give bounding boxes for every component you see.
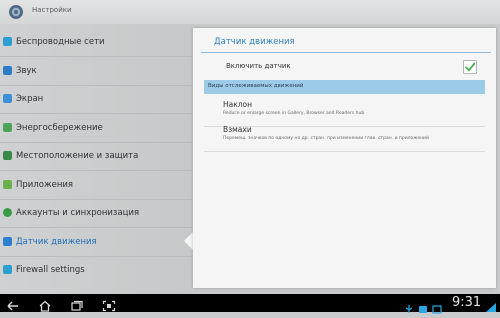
- sidebar-item-label: Аккаунты и синхронизация: [16, 208, 140, 218]
- section-header: Виды отслеживаемых движений: [204, 80, 485, 94]
- enable-sensor-row[interactable]: Включить датчик: [201, 57, 491, 77]
- firewall-icon: [3, 265, 12, 274]
- sync-icon: [3, 208, 12, 217]
- enable-sensor-checkbox[interactable]: [463, 60, 477, 74]
- usb-icon: [404, 299, 414, 318]
- motion-sensor-icon: [3, 237, 12, 246]
- sidebar-item-applications[interactable]: Приложения: [0, 171, 192, 200]
- gesture-description: Перемещ. значков по одному на др. стран.…: [223, 136, 429, 141]
- sidebar-item-motion-sensor[interactable]: Датчик движения: [0, 228, 192, 257]
- screenshot-icon[interactable]: [102, 297, 116, 312]
- sidebar-item-wireless[interactable]: Беспроводные сети: [0, 28, 192, 57]
- checkmark-icon: [465, 62, 476, 72]
- recent-apps-icon[interactable]: [70, 297, 84, 311]
- sidebar-item-label: Датчик движения: [16, 237, 97, 247]
- wireless-icon: [3, 37, 12, 46]
- gesture-title: Наклон: [223, 100, 253, 109]
- sidebar-item-firewall[interactable]: Firewall settings: [0, 256, 192, 284]
- motion-settings-panel: Датчик движения Включить датчик Виды отс…: [193, 28, 496, 288]
- apps-icon: [3, 180, 12, 189]
- gesture-description: Reduce or enlarge screen in Gallery, Bro…: [223, 111, 365, 116]
- notification-icon: [432, 299, 442, 318]
- back-icon[interactable]: [6, 297, 20, 311]
- enable-sensor-label: Включить датчик: [226, 62, 291, 70]
- battery-icon: [3, 123, 12, 132]
- sidebar-item-label: Беспроводные сети: [16, 37, 105, 47]
- sidebar-item-power-saving[interactable]: Энергосбережение: [0, 114, 192, 143]
- selection-pointer: [184, 232, 193, 250]
- wifi-icon: [486, 298, 496, 317]
- panel-title: Датчик движения: [214, 37, 295, 47]
- gesture-title: Взмахи: [223, 125, 252, 134]
- sidebar-item-label: Местоположение и защита: [16, 151, 139, 161]
- gesture-tilt-item[interactable]: Наклон Reduce or enlarge screen in Galle…: [204, 100, 485, 126]
- location-icon: [3, 151, 12, 160]
- sidebar-item-label: Звук: [16, 66, 37, 76]
- display-icon: [3, 94, 12, 103]
- sound-icon: [3, 66, 12, 75]
- status-clock: 9:31: [452, 295, 482, 310]
- sidebar-item-sound[interactable]: Звук: [0, 57, 192, 86]
- title-divider: [201, 52, 491, 53]
- sidebar-item-label: Энергосбережение: [16, 123, 103, 133]
- system-navigation-bar: 9:31: [0, 294, 500, 314]
- gesture-swipe-item[interactable]: Взмахи Перемещ. значков по одному на др.…: [204, 125, 485, 151]
- sd-card-icon: [418, 299, 428, 318]
- title-bar: Настройки: [0, 0, 500, 24]
- app-title: Настройки: [32, 6, 72, 14]
- sidebar-item-label: Экран: [16, 94, 44, 104]
- settings-gear-icon: [8, 4, 24, 20]
- sidebar-item-location-security[interactable]: Местоположение и защита: [0, 142, 192, 171]
- sidebar-item-label: Firewall settings: [16, 265, 85, 275]
- settings-sidebar: Беспроводные сети Звук Экран Энергосбере…: [0, 24, 192, 294]
- sidebar-item-display[interactable]: Экран: [0, 85, 192, 114]
- item-divider: [204, 151, 485, 152]
- section-header-label: Виды отслеживаемых движений: [208, 83, 304, 89]
- sidebar-item-accounts-sync[interactable]: Аккаунты и синхронизация: [0, 199, 192, 228]
- home-icon[interactable]: [38, 297, 52, 312]
- sidebar-item-label: Приложения: [16, 180, 74, 190]
